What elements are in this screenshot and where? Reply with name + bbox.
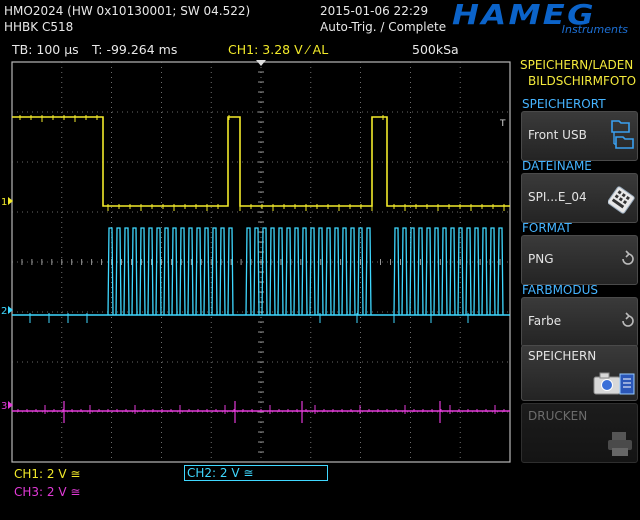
hameg-logo: HAMEG Instruments xyxy=(452,0,628,36)
ch1-ground-marker[interactable]: 1 xyxy=(1,197,7,208)
ch2-scale-label: CH2: 2 V ≅ xyxy=(187,466,254,480)
device-info: HMO2024 (HW 0x10130001; SW 04.522) xyxy=(4,4,251,18)
print-button[interactable]: DRUCKEN xyxy=(521,403,638,463)
device-serial: HHBK C518 xyxy=(4,20,74,34)
storage-location-button[interactable]: Front USB xyxy=(521,111,638,161)
menu-label-speicherort: SPEICHERORT xyxy=(522,97,606,111)
format-button[interactable]: PNG xyxy=(521,235,638,285)
ch3-ground-marker[interactable]: 3 xyxy=(1,401,7,412)
menu-title-line2: BILDSCHIRMFOTO xyxy=(528,74,637,88)
trigger-level-marker[interactable]: T xyxy=(499,119,506,129)
cycle-arrow-icon xyxy=(622,312,634,327)
sample-rate: 500kSa xyxy=(412,42,459,57)
waveform-display[interactable]: 1 2 3 T xyxy=(0,60,514,465)
datetime: 2015-01-06 22:29 xyxy=(320,4,429,18)
timebase[interactable]: TB: 100 µs xyxy=(12,42,79,57)
camera-save-icon xyxy=(593,372,635,395)
usb-folder-icon xyxy=(611,120,634,149)
menu-label-format: FORMAT xyxy=(522,221,572,235)
menu-title-line1: SPEICHERN/LADEN xyxy=(520,58,634,72)
ch1-scale-label[interactable]: CH1: 2 V ≅ xyxy=(14,467,80,481)
save-button[interactable]: SPEICHERN xyxy=(521,345,638,401)
trigger-time[interactable]: T: -99.264 ms xyxy=(92,42,177,57)
menu-label-farbmodus: FARBMODUS xyxy=(522,283,599,297)
ch1-trigger-setting[interactable]: CH1: 3.28 V ⁄ AL xyxy=(228,42,328,57)
color-mode-button[interactable]: Farbe xyxy=(521,297,638,347)
cycle-arrow-icon xyxy=(622,250,634,265)
trigger-status: Auto-Trig. / Complete xyxy=(320,20,447,34)
filename-button[interactable]: SPI...E_04 xyxy=(521,173,638,223)
ch3-scale-label[interactable]: CH3: 2 V ≅ xyxy=(14,485,80,499)
ch2-ground-marker[interactable]: 2 xyxy=(1,306,7,317)
menu-label-dateiname: DATEINAME xyxy=(522,159,592,173)
ch2-scale-box[interactable]: CH2: 2 V ≅ xyxy=(184,465,328,481)
keyboard-icon xyxy=(608,186,635,214)
printer-icon xyxy=(608,432,632,456)
